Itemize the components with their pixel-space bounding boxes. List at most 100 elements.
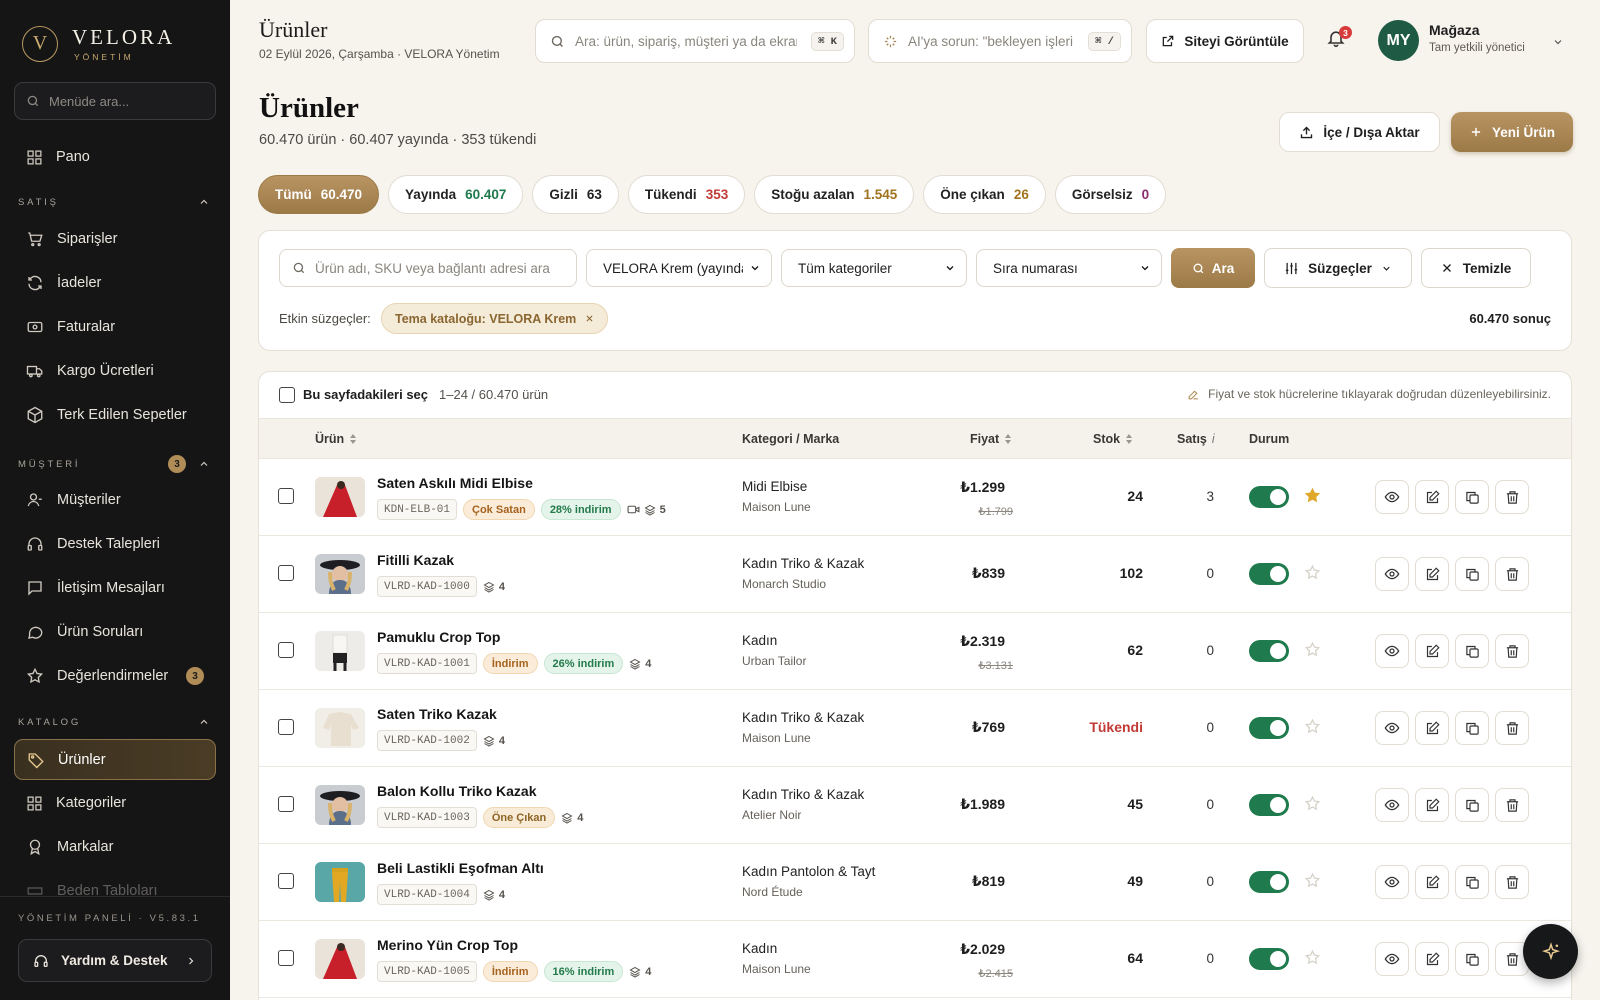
tab-4[interactable]: Stoğu azalan 1.545 [754, 175, 915, 214]
duplicate-button[interactable] [1455, 942, 1489, 976]
product-stock[interactable]: 102 [1059, 565, 1143, 581]
column-header-stock[interactable]: Stok [1093, 432, 1133, 446]
delete-button[interactable] [1495, 711, 1529, 745]
status-toggle[interactable] [1249, 563, 1289, 585]
section-musteri[interactable]: MÜŞTERİ 3 [18, 455, 210, 473]
product-thumbnail[interactable] [315, 939, 365, 979]
chevron-down-icon[interactable] [1552, 36, 1564, 48]
column-header-price[interactable]: Fiyat [970, 432, 1012, 446]
status-toggle[interactable] [1249, 717, 1289, 739]
duplicate-button[interactable] [1455, 634, 1489, 668]
product-thumbnail[interactable] [315, 708, 365, 748]
active-filter-chip[interactable]: Tema kataloğu: VELORA Krem [381, 303, 609, 334]
product-stock[interactable]: Tükendi [1059, 719, 1143, 735]
tab-6[interactable]: Görselsiz 0 [1054, 175, 1167, 214]
delete-button[interactable] [1495, 480, 1529, 514]
product-price[interactable]: ₺839 [909, 565, 1005, 582]
view-button[interactable] [1375, 634, 1409, 668]
product-name[interactable]: Merino Yün Crop Top [377, 937, 518, 953]
row-checkbox[interactable] [278, 796, 294, 812]
search-button[interactable]: Ara [1171, 248, 1255, 288]
featured-star-icon[interactable] [1304, 487, 1321, 504]
sidebar-item-destek[interactable]: Destek Talepleri [14, 524, 216, 564]
product-thumbnail[interactable] [315, 631, 365, 671]
category-select[interactable]: Tüm kategoriler [781, 249, 967, 287]
edit-button[interactable] [1415, 788, 1449, 822]
row-checkbox[interactable] [278, 488, 294, 504]
sidebar-item-pano[interactable]: Pano [14, 137, 216, 177]
row-checkbox[interactable] [278, 642, 294, 658]
sort-select[interactable]: Sıra numarası [976, 249, 1162, 287]
duplicate-button[interactable] [1455, 557, 1489, 591]
row-checkbox[interactable] [278, 873, 294, 889]
tab-0[interactable]: Tümü 60.470 [258, 175, 380, 214]
global-search-input[interactable]: Ara: ürün, sipariş, müşteri ya da ekran … [535, 19, 855, 63]
product-name[interactable]: Pamuklu Crop Top [377, 629, 500, 645]
sidebar-item-faturalar[interactable]: Faturalar [14, 307, 216, 347]
view-button[interactable] [1375, 711, 1409, 745]
edit-button[interactable] [1415, 480, 1449, 514]
menu-search-input[interactable]: Menüde ara... [14, 82, 216, 120]
close-icon[interactable] [585, 314, 594, 323]
status-toggle[interactable] [1249, 794, 1289, 816]
product-stock[interactable]: 24 [1059, 488, 1143, 504]
column-header-product[interactable]: Ürün [315, 432, 357, 446]
product-thumbnail[interactable] [315, 785, 365, 825]
edit-button[interactable] [1415, 557, 1449, 591]
view-site-button[interactable]: Siteyi Görüntüle [1146, 19, 1304, 63]
duplicate-button[interactable] [1455, 480, 1489, 514]
sidebar-item-markalar[interactable]: Markalar [14, 827, 216, 867]
notifications-button[interactable]: 3 [1326, 26, 1352, 54]
delete-button[interactable] [1495, 788, 1529, 822]
duplicate-button[interactable] [1455, 711, 1489, 745]
user-name[interactable]: Mağaza [1429, 22, 1480, 38]
product-name[interactable]: Saten Askılı Midi Elbise [377, 475, 533, 491]
product-name[interactable]: Fitilli Kazak [377, 552, 454, 568]
product-name[interactable]: Balon Kollu Triko Kazak [377, 783, 536, 799]
delete-button[interactable] [1495, 865, 1529, 899]
sidebar-item-urunler[interactable]: Ürünler [14, 739, 216, 780]
view-button[interactable] [1375, 942, 1409, 976]
row-checkbox[interactable] [278, 565, 294, 581]
featured-star-icon[interactable] [1304, 795, 1321, 812]
sidebar-item-iletisim[interactable]: İletişim Mesajları [14, 568, 216, 608]
edit-button[interactable] [1415, 634, 1449, 668]
tab-1[interactable]: Yayında 60.407 [388, 175, 524, 214]
product-name[interactable]: Saten Triko Kazak [377, 706, 497, 722]
product-stock[interactable]: 45 [1059, 796, 1143, 812]
column-header-sales[interactable]: Satış i [1177, 432, 1215, 446]
edit-button[interactable] [1415, 942, 1449, 976]
product-thumbnail[interactable] [315, 862, 365, 902]
sidebar-item-kategoriler[interactable]: Kategoriler [14, 783, 216, 823]
ai-assistant-button[interactable] [1523, 924, 1578, 979]
clear-button[interactable]: Temizle [1421, 248, 1531, 288]
row-checkbox[interactable] [278, 950, 294, 966]
product-stock[interactable]: 62 [1059, 642, 1143, 658]
view-button[interactable] [1375, 788, 1409, 822]
product-price[interactable]: ₺1.299 [909, 479, 1005, 496]
ai-search-input[interactable]: AI'ya sorun: "bekleyen işleri ⌘ / [868, 19, 1132, 63]
sidebar-item-musteriler[interactable]: Müşteriler [14, 480, 216, 520]
import-export-button[interactable]: İçe / Dışa Aktar [1279, 112, 1440, 152]
sidebar-item-siparisler[interactable]: Siparişler [14, 219, 216, 259]
row-checkbox[interactable] [278, 719, 294, 735]
product-price[interactable]: ₺2.029 [909, 941, 1005, 958]
duplicate-button[interactable] [1455, 788, 1489, 822]
tab-3[interactable]: Tükendi 353 [627, 175, 746, 214]
view-button[interactable] [1375, 865, 1409, 899]
filters-button[interactable]: Süzgeçler [1264, 248, 1412, 288]
tab-5[interactable]: Öne çıkan 26 [923, 175, 1046, 214]
view-button[interactable] [1375, 480, 1409, 514]
featured-star-icon[interactable] [1304, 641, 1321, 658]
avatar[interactable]: MY [1378, 20, 1419, 61]
section-katalog[interactable]: KATALOG [18, 716, 210, 728]
status-toggle[interactable] [1249, 871, 1289, 893]
featured-star-icon[interactable] [1304, 872, 1321, 889]
sidebar-item-terk-edilen[interactable]: Terk Edilen Sepetler [14, 395, 216, 435]
tab-2[interactable]: Gizli 63 [532, 175, 619, 214]
edit-button[interactable] [1415, 865, 1449, 899]
sidebar-item-kargo[interactable]: Kargo Ücretleri [14, 351, 216, 391]
product-stock[interactable]: 64 [1059, 950, 1143, 966]
delete-button[interactable] [1495, 557, 1529, 591]
delete-button[interactable] [1495, 634, 1529, 668]
